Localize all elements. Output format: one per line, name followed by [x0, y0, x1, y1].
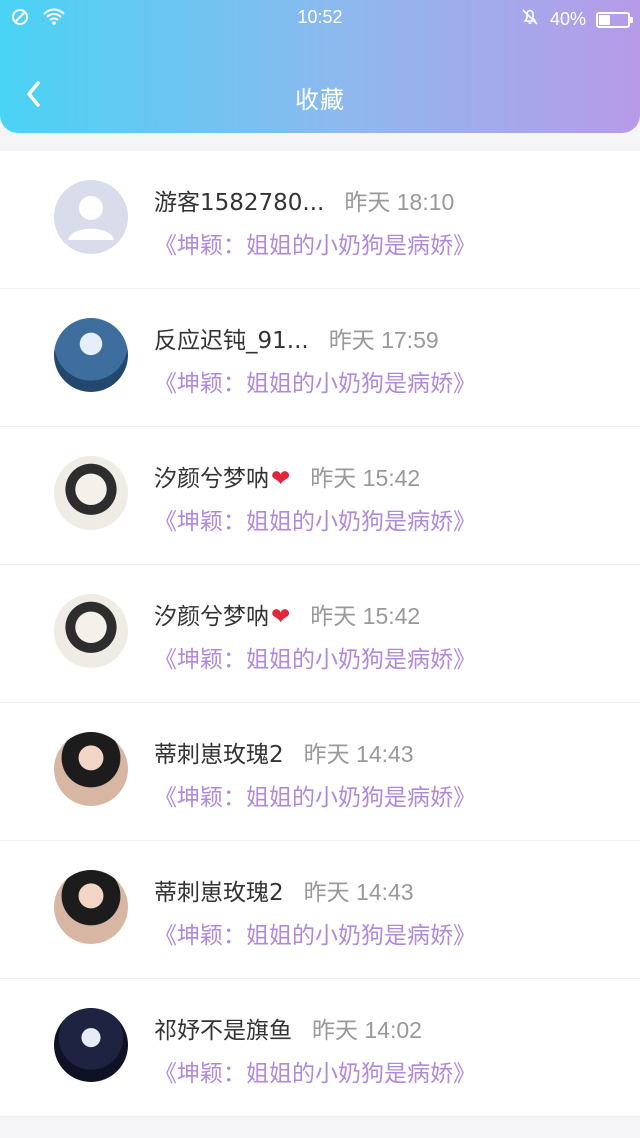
username: 汐颜兮梦呐❤	[154, 597, 290, 631]
list-item[interactable]: 汐颜兮梦呐❤ 昨天 15:42 《坤颖：姐姐的小奶狗是病娇》	[0, 565, 640, 703]
username: 汐颜兮梦呐❤	[154, 459, 290, 493]
silent-bell-icon	[520, 7, 540, 32]
username: 蒂刺崽玫瑰2	[154, 742, 284, 768]
battery-percent: 40%	[549, 9, 586, 29]
book-title[interactable]: 《坤颖：姐姐的小奶狗是病娇》	[154, 364, 476, 398]
avatar	[54, 732, 128, 806]
timestamp: 昨天 15:42	[310, 603, 421, 629]
list-item[interactable]: 反应迟钝_91... 昨天 17:59 《坤颖：姐姐的小奶狗是病娇》	[0, 289, 640, 427]
default-user-icon	[68, 196, 114, 240]
status-bar: 10:52 40%	[0, 0, 640, 36]
book-title[interactable]: 《坤颖：姐姐的小奶狗是病娇》	[154, 916, 476, 950]
username: 游客1582780...	[154, 190, 325, 216]
page-title: 收藏	[295, 86, 345, 114]
timestamp: 昨天 14:43	[303, 879, 414, 905]
timestamp: 昨天 14:02	[312, 1017, 422, 1043]
timestamp: 昨天 18:10	[344, 189, 455, 215]
battery-level	[599, 14, 610, 25]
top-header: 10:52 40% 收藏	[0, 0, 640, 133]
list-item[interactable]: 蒂刺崽玫瑰2 昨天 14:43 《坤颖：姐姐的小奶狗是病娇》	[0, 703, 640, 841]
username: 反应迟钝_91...	[154, 328, 309, 354]
list-item[interactable]: 蒂刺崽玫瑰2 昨天 14:43 《坤颖：姐姐的小奶狗是病娇》	[0, 841, 640, 979]
timestamp: 昨天 15:42	[310, 465, 421, 491]
timestamp: 昨天 14:43	[303, 741, 414, 767]
name-line: 反应迟钝_91... 昨天 17:59	[154, 321, 439, 355]
battery-icon	[596, 11, 633, 28]
username: 祁妤不是旗鱼	[154, 1018, 292, 1044]
list-item[interactable]: 汐颜兮梦呐❤ 昨天 15:42 《坤颖：姐姐的小奶狗是病娇》	[0, 427, 640, 565]
book-title[interactable]: 《坤颖：姐姐的小奶狗是病娇》	[154, 502, 476, 536]
favorites-list: 游客1582780... 昨天 18:10 《坤颖：姐姐的小奶狗是病娇》 反应迟…	[0, 151, 640, 1117]
avatar	[54, 870, 128, 944]
username-text: 汐颜兮梦呐	[154, 466, 269, 492]
username: 蒂刺崽玫瑰2	[154, 880, 284, 906]
book-title[interactable]: 《坤颖：姐姐的小奶狗是病娇》	[154, 778, 476, 812]
name-line: 祁妤不是旗鱼 昨天 14:02	[154, 1011, 422, 1045]
avatar	[54, 1008, 128, 1082]
book-title[interactable]: 《坤颖：姐姐的小奶狗是病娇》	[154, 640, 476, 674]
list-item[interactable]: 游客1582780... 昨天 18:10 《坤颖：姐姐的小奶狗是病娇》	[0, 151, 640, 289]
avatar	[54, 180, 128, 254]
book-title[interactable]: 《坤颖：姐姐的小奶狗是病娇》	[154, 1054, 476, 1088]
name-line: 蒂刺崽玫瑰2 昨天 14:43	[154, 735, 414, 769]
book-title[interactable]: 《坤颖：姐姐的小奶狗是病娇》	[154, 226, 476, 260]
username-text: 汐颜兮梦呐	[154, 604, 269, 630]
avatar	[54, 594, 128, 668]
name-line: 汐颜兮梦呐❤ 昨天 15:42	[154, 459, 420, 493]
status-icons-right: 40%	[520, 7, 633, 32]
heart-icon: ❤	[271, 604, 291, 630]
name-line: 游客1582780... 昨天 18:10	[154, 183, 454, 217]
timestamp: 昨天 17:59	[328, 327, 439, 353]
avatar	[54, 318, 128, 392]
name-line: 蒂刺崽玫瑰2 昨天 14:43	[154, 873, 414, 907]
avatar	[54, 456, 128, 530]
name-line: 汐颜兮梦呐❤ 昨天 15:42	[154, 597, 420, 631]
heart-icon: ❤	[271, 466, 291, 492]
list-item[interactable]: 祁妤不是旗鱼 昨天 14:02 《坤颖：姐姐的小奶狗是病娇》	[0, 979, 640, 1117]
